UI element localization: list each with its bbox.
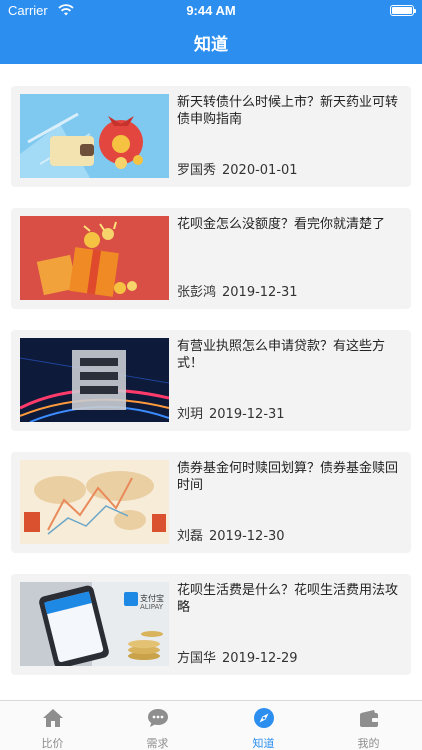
article-meta: 张彭鸿 2019-12-31: [177, 281, 298, 300]
tab-compare[interactable]: 比价: [0, 701, 105, 750]
article-author: 张彭鸿: [177, 285, 217, 300]
tab-bar: 比价 需求 知道 我的: [0, 700, 422, 750]
article-title: 有营业执照怎么申请贷款？有这些方式！: [177, 339, 386, 371]
article-date: 2019-12-30: [209, 529, 285, 544]
article-author: 刘磊: [177, 529, 204, 544]
tab-label: 需求: [146, 737, 169, 750]
article-thumbnail: 支付宝 ALIPAY: [20, 582, 169, 666]
battery-icon: [390, 5, 416, 16]
article-card[interactable]: 花呗金怎么没额度？看完你就清楚了 张彭鸿 2019-12-31: [11, 208, 411, 309]
article-author: 方国华: [177, 651, 217, 666]
article-thumbnail: [20, 460, 169, 544]
article-date: 2019-12-29: [222, 651, 298, 666]
navigation-bar: Carrier 9:44 AM 知道: [0, 0, 422, 64]
article-title: 花呗生活费是什么？花呗生活费用法攻略: [177, 583, 399, 615]
article-thumbnail: [20, 216, 169, 300]
article-thumbnail: [20, 94, 169, 178]
article-author: 刘玥: [177, 407, 204, 422]
page-title: 知道: [194, 35, 228, 55]
article-title: 新天转债什么时候上市？新天药业可转债申购指南: [177, 95, 399, 127]
article-card[interactable]: 支付宝 ALIPAY 花呗生活费是什么？花呗生活费用法攻略 方国华 2019-12…: [11, 574, 411, 675]
world-map-chart-icon: [20, 460, 169, 544]
chat-bubble-icon: [148, 709, 168, 727]
compass-icon: [254, 708, 274, 728]
article-thumbnail: [20, 338, 169, 422]
article-title: 花呗金怎么没额度？看完你就清楚了: [177, 217, 386, 232]
gift-box-coins-icon: [20, 216, 169, 300]
tab-label: 知道: [252, 737, 275, 750]
article-date: 2019-12-31: [222, 285, 298, 300]
article-card[interactable]: 有营业执照怎么申请贷款？有这些方式！ 刘玥 2019-12-31: [11, 330, 411, 431]
wallet-icon: [360, 710, 378, 727]
article-author: 罗国秀: [177, 163, 217, 178]
status-bar: Carrier 9:44 AM: [0, 0, 422, 22]
article-date: 2020-01-01: [222, 163, 298, 178]
tab-mine[interactable]: 我的: [316, 701, 421, 750]
article-meta: 方国华 2019-12-29: [177, 647, 298, 666]
tab-label: 比价: [41, 737, 64, 750]
home-icon: [43, 709, 63, 727]
article-meta: 刘玥 2019-12-31: [177, 403, 285, 422]
article-card[interactable]: 新天转债什么时候上市？新天药业可转债申购指南 罗国秀 2020-01-01: [11, 86, 411, 187]
tab-label: 我的: [357, 737, 380, 750]
article-meta: 刘磊 2019-12-30: [177, 525, 285, 544]
money-bag-wallet-icon: [20, 94, 169, 178]
article-meta: 罗国秀 2020-01-01: [177, 159, 298, 178]
article-date: 2019-12-31: [209, 407, 285, 422]
loan-character-icon: [20, 338, 169, 422]
article-card[interactable]: 债券基金何时赎回划算？债券基金赎回时间 刘磊 2019-12-30: [11, 452, 411, 553]
article-list[interactable]: 新天转债什么时候上市？新天药业可转债申购指南 罗国秀 2020-01-01 花呗金…: [0, 64, 422, 700]
status-time: 9:44 AM: [186, 3, 236, 18]
article-title: 债券基金何时赎回划算？债券基金赎回时间: [177, 461, 399, 493]
alipay-logo-sub: ALIPAY: [140, 603, 164, 611]
tab-know[interactable]: 知道: [211, 701, 316, 750]
tab-demand[interactable]: 需求: [105, 701, 210, 750]
